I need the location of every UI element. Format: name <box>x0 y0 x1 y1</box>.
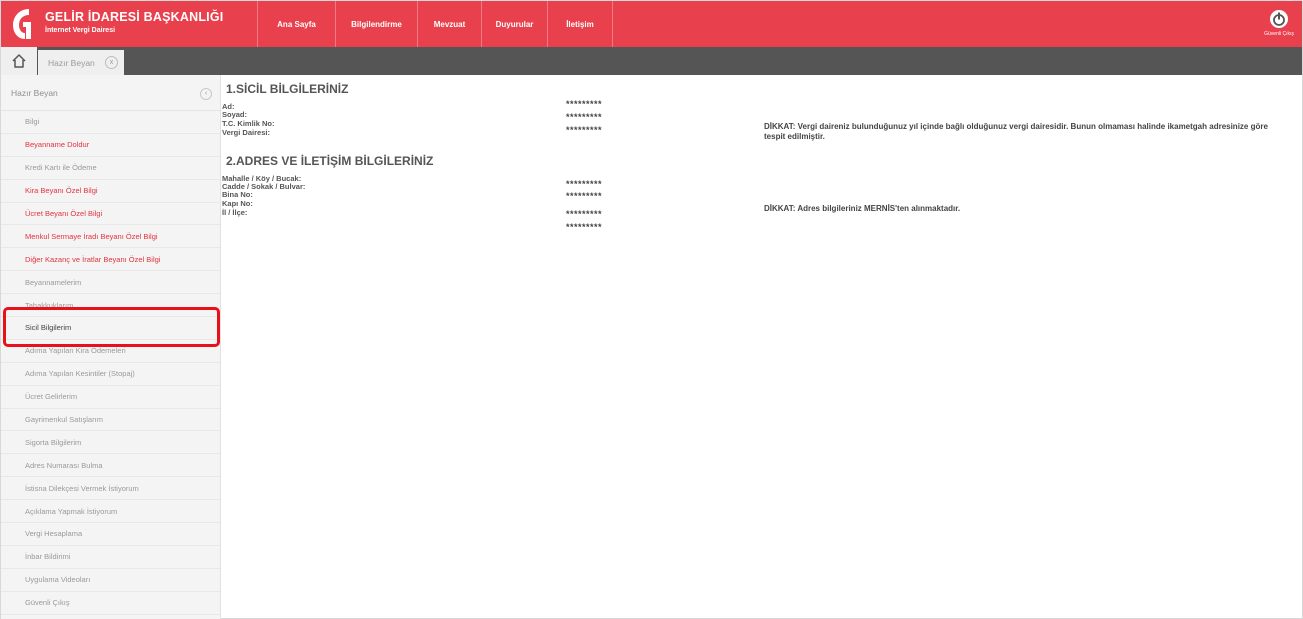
notice-adres: DİKKAT: Adres bilgileriniz MERNİS'ten al… <box>764 204 961 213</box>
home-icon <box>12 54 26 68</box>
app-subtitle: İnternet Vergi Dairesi <box>45 27 116 34</box>
sidebar-item[interactable]: Sigorta Bilgilerim <box>1 431 220 455</box>
main-nav: Ana Sayfa Bilgilendirme Mevzuat Duyurula… <box>257 1 613 47</box>
sidebar-item[interactable]: Menkul Sermaye İradı Beyanı Özel Bilgi <box>1 225 220 249</box>
section-title-sicil: 1.SİCİL BİLGİLERİNİZ <box>226 82 349 96</box>
app-title: GELİR İDARESİ BAŞKANLIĞI <box>45 10 224 24</box>
nav-mevzuat[interactable]: Mevzuat <box>417 1 481 47</box>
tab-hazir-beyan[interactable]: Hazır Beyan x <box>38 50 124 75</box>
nav-ana-sayfa[interactable]: Ana Sayfa <box>257 1 335 47</box>
nav-bilgilendirme[interactable]: Bilgilendirme <box>335 1 417 47</box>
sidebar-item[interactable]: Açıklama Yapmak İstiyorum <box>1 500 220 524</box>
sidebar-item[interactable]: Adıma Yapılan Kesintiler (Stopaj) <box>1 363 220 386</box>
nav-duyurular[interactable]: Duyurular <box>481 1 547 47</box>
sidebar-item[interactable]: Ücret Gelirlerim <box>1 386 220 409</box>
sidebar-item[interactable]: Gayrimenkul Satışlarım <box>1 409 220 432</box>
sidebar-item[interactable]: Beyannamelerim <box>1 271 220 295</box>
gib-logo-icon[interactable] <box>9 7 35 41</box>
sidebar-item[interactable]: İnbar Bildirimi <box>1 546 220 569</box>
collapse-icon[interactable]: ‹ <box>200 88 212 100</box>
app-window: GELİR İDARESİ BAŞKANLIĞI İnternet Vergi … <box>0 0 1303 619</box>
sidebar-item[interactable]: İstisna Dilekçesi Vermek İstiyorum <box>1 477 220 501</box>
sidebar-item[interactable]: Vergi Hesaplama <box>1 523 220 546</box>
field-label: Soyad: <box>222 110 248 119</box>
field-label: T.C. Kimlik No: <box>222 119 275 128</box>
sidebar-item[interactable]: Adres Numarası Bulma <box>1 454 220 478</box>
notice-sicil: DİKKAT: Vergi daireniz bulunduğunuz yıl … <box>764 122 1268 141</box>
field-label: İl / İlçe: <box>222 208 248 217</box>
top-header: GELİR İDARESİ BAŞKANLIĞI İnternet Vergi … <box>1 1 1302 47</box>
field-value: ********* <box>566 99 603 109</box>
sidebar-header: Hazır Beyan ‹ <box>1 75 220 111</box>
power-icon <box>1270 10 1288 28</box>
sidebar-menu: Bilgi Beyanname Doldur Kredi Kartı ile Öde… <box>1 111 220 615</box>
tab-label: Hazır Beyan <box>48 57 95 68</box>
sidebar-item[interactable]: Uygulama Videoları <box>1 569 220 592</box>
field-value: ********* <box>566 191 603 201</box>
field-value: ********* <box>566 179 603 189</box>
sidebar-title: Hazır Beyan <box>11 87 58 98</box>
sidebar-item[interactable]: Kira Beyanı Özel Bilgi <box>1 180 220 203</box>
close-icon[interactable]: x <box>105 56 118 69</box>
section-title-adres: 2.ADRES VE İLETİŞİM BİLGİLERİNİZ <box>226 154 434 168</box>
field-value: ********* <box>566 209 603 219</box>
highlight-box <box>3 307 220 347</box>
field-value: ********* <box>566 112 603 122</box>
sidebar-item[interactable]: Diğer Kazanç ve İratlar Beyanı Özel Bilg… <box>1 248 220 272</box>
brand: GELİR İDARESİ BAŞKANLIĞI İnternet Vergi … <box>45 10 223 34</box>
field-label: Kapı No: <box>222 199 253 208</box>
sidebar-item[interactable]: Beyanname Doldur <box>1 134 220 157</box>
sidebar-item[interactable]: Bilgi <box>1 111 220 134</box>
field-value: ********* <box>566 125 603 135</box>
sidebar-item[interactable]: Ücret Beyanı Özel Bilgi <box>1 203 220 226</box>
field-value: ********* <box>566 222 603 232</box>
nav-iletisim[interactable]: İletişim <box>547 1 613 47</box>
sidebar-item[interactable]: Kredi Kartı ile Ödeme <box>1 157 220 180</box>
sidebar: Hazır Beyan ‹ Bilgi Beyanname Doldur Kredi… <box>1 75 221 619</box>
sidebar-item[interactable]: Güvenli Çıkış <box>1 592 220 615</box>
logout-label: Güvenli Çıkış <box>1264 31 1294 37</box>
field-label: Bina No: <box>222 190 253 199</box>
home-button[interactable] <box>1 47 37 75</box>
field-label: Vergi Dairesi: <box>222 128 270 137</box>
main-content: 1.SİCİL BİLGİLERİNİZ Ad: ********* Soyad: *… <box>222 75 1302 619</box>
logout-button[interactable]: Güvenli Çıkış <box>1264 9 1294 37</box>
tab-bar: Hazır Beyan x <box>1 47 1302 75</box>
